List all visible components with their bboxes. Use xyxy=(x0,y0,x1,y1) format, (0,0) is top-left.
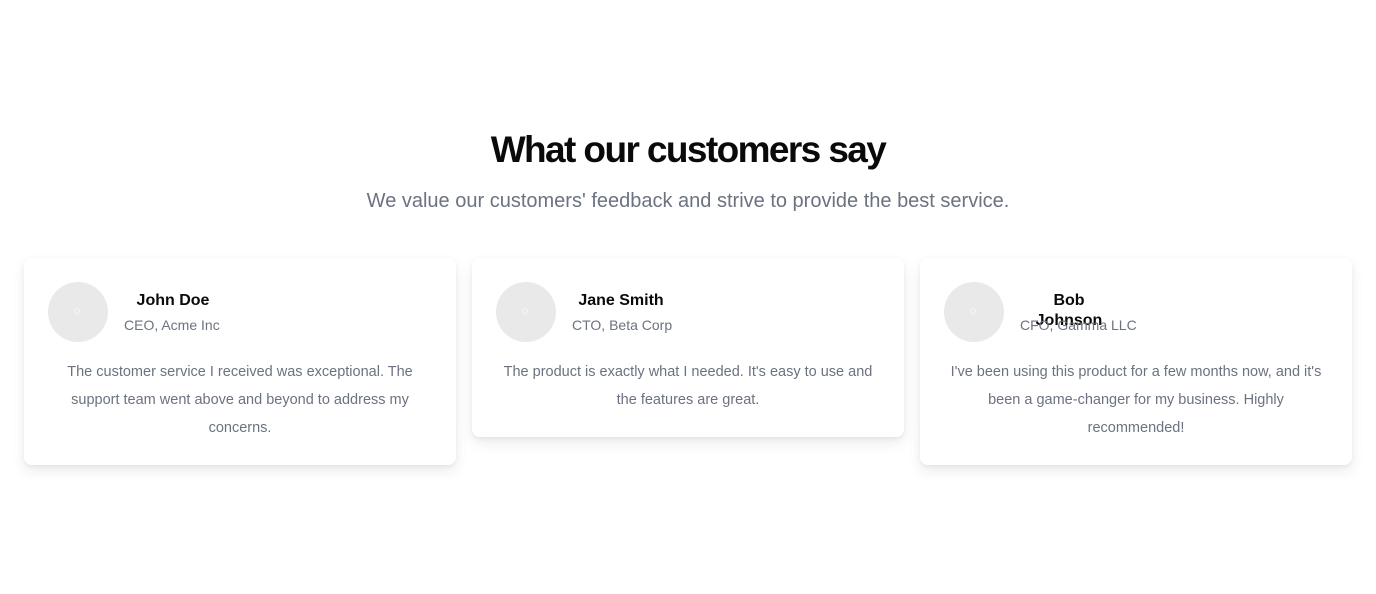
testimonial-role: CTO, Beta Corp xyxy=(572,317,673,333)
testimonials-section: What our customers say We value our cust… xyxy=(0,0,1376,594)
testimonial-card: John Doe CEO, Acme Inc The customer serv… xyxy=(24,258,456,465)
testimonial-quote: The customer service I received was exce… xyxy=(67,364,413,436)
testimonial-card: Bob Johnson CFO, Gamma LLC I've been usi… xyxy=(920,258,1352,465)
avatar-placeholder-icon xyxy=(970,308,976,314)
testimonial-quote: The product is exactly what I needed. It… xyxy=(503,364,873,408)
section-subtitle: We value our customers' feedback and str… xyxy=(366,190,1010,212)
testimonial-card: Jane Smith CTO, Beta Corp The product is… xyxy=(472,258,904,437)
testimonial-name: John Doe xyxy=(136,292,210,309)
avatar xyxy=(944,282,1004,342)
avatar-placeholder-icon xyxy=(522,308,528,314)
testimonial-name: Jane Smith xyxy=(578,292,664,309)
avatar xyxy=(496,282,556,342)
avatar xyxy=(48,282,108,342)
avatar-placeholder-icon xyxy=(74,308,80,314)
section-title: What our customers say xyxy=(490,129,887,170)
testimonial-role: CEO, Acme Inc xyxy=(124,317,220,333)
testimonial-role: CFO, Gamma LLC xyxy=(1020,317,1137,333)
testimonial-quote: I've been using this product for a few m… xyxy=(950,364,1322,436)
